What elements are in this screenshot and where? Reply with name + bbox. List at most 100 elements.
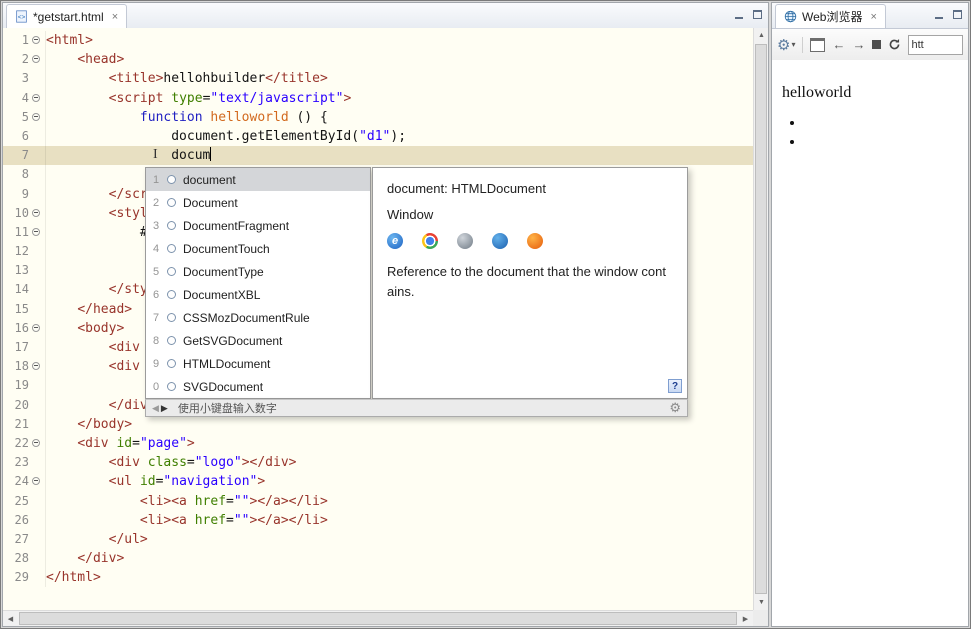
scroll-right-icon[interactable]: ▶ [738,611,753,626]
code-line[interactable]: 2 <head> [3,50,753,69]
minimize-button[interactable] [934,9,945,20]
fold-gutter [29,242,46,261]
code-line[interactable]: 23 <div class="logo"></div> [3,453,753,472]
token-tag: <li><a [140,494,195,509]
completion-item[interactable]: 3DocumentFragment [146,214,370,237]
code-line[interactable]: 25 <li><a href=""></a></li> [3,492,753,511]
vertical-scrollbar[interactable]: ▲ ▼ [753,28,768,610]
token-plain [46,282,109,297]
scrollbar-corner [753,610,768,626]
token-string: "page" [140,436,187,451]
scroll-left-icon[interactable]: ◀ [3,611,18,626]
fold-toggle[interactable] [29,89,46,108]
completion-item[interactable]: 7CSSMozDocumentRule [146,306,370,329]
code-text: <li><a href=""></a></li> [46,492,753,511]
completion-item[interactable]: 8GetSVGDocument [146,329,370,352]
forward-button[interactable]: → [852,37,865,52]
statusbar-hint: 使用小键盘输入数字 [178,400,277,416]
fold-toggle[interactable] [29,31,46,50]
browser-bullet-list [772,115,968,153]
line-number: 25 [3,492,29,511]
page-right-icon[interactable]: ▶ [161,403,168,414]
settings-button[interactable]: ⚙ ▾ [777,36,795,54]
refresh-button[interactable] [888,38,901,51]
doc-popup: document: HTMLDocument Window e Referenc… [372,167,688,399]
help-icon[interactable]: ? [668,379,682,393]
line-number: 26 [3,511,29,530]
fold-toggle[interactable] [29,434,46,453]
code-line[interactable]: 27 </ul> [3,530,753,549]
token-plain [46,398,109,413]
fold-gutter [29,146,46,165]
browser-tabbar: Web浏览器 × [772,3,968,29]
collapse-icon [32,55,40,63]
code-text: <title>hellohbuilder</title> [46,69,753,88]
token-tag: <li><a [140,513,195,528]
stop-button[interactable] [872,40,881,49]
token-function_name: helloworld [210,110,296,125]
code-line[interactable]: 6 document.getElementById("d1"); [3,127,753,146]
property-icon [167,175,176,184]
tab-getstart-html[interactable]: <> *getstart.html × [6,4,127,28]
page-left-icon[interactable]: ◀ [152,403,159,414]
scroll-down-icon[interactable]: ▼ [754,595,769,610]
maximize-button[interactable] [752,9,763,20]
close-icon[interactable]: × [112,11,118,23]
scroll-up-icon[interactable]: ▲ [754,28,769,43]
collapse-icon [32,113,40,121]
code-line[interactable]: 4 <script type="text/javascript"> [3,89,753,108]
horizontal-scroll-thumb[interactable] [19,612,737,625]
completion-item[interactable]: 6DocumentXBL [146,283,370,306]
completion-item[interactable]: 2Document [146,191,370,214]
code-line[interactable]: 26 <li><a href=""></a></li> [3,511,753,530]
tab-web-browser[interactable]: Web浏览器 × [775,4,886,28]
horizontal-scrollbar[interactable]: ◀ ▶ [3,610,753,626]
fold-toggle[interactable] [29,357,46,376]
code-line[interactable]: 22 <div id="page"> [3,434,753,453]
fold-toggle[interactable] [29,319,46,338]
fold-gutter [29,549,46,568]
line-number: 13 [3,261,29,280]
code-line[interactable]: 21 </body> [3,415,753,434]
completion-item[interactable]: 0SVGDocument [146,375,370,398]
close-icon[interactable]: × [870,11,876,23]
collapse-icon [32,209,40,217]
completion-item[interactable]: 5DocumentType [146,260,370,283]
line-number: 11 [3,223,29,242]
token-tag: </head> [77,302,132,317]
window-icon [810,38,825,52]
fold-toggle[interactable] [29,223,46,242]
gear-icon[interactable]: ⚙ [669,400,681,416]
token-plain [46,206,109,221]
stop-icon [872,40,881,49]
code-line[interactable]: 1<html> [3,31,753,50]
fold-toggle[interactable] [29,472,46,491]
external-browser-button[interactable] [810,38,825,52]
completion-item[interactable]: 1document [146,168,370,191]
fold-toggle[interactable] [29,108,46,127]
doc-title: document: HTMLDocument [387,181,673,196]
token-tag: </html> [46,570,101,585]
line-number: 21 [3,415,29,434]
fold-toggle[interactable] [29,50,46,69]
completion-item[interactable]: 9HTMLDocument [146,352,370,375]
code-line[interactable]: 7 docum [3,146,753,165]
code-line[interactable]: 5 function helloworld () { [3,108,753,127]
token-string: "navigation" [163,474,257,489]
completion-item[interactable]: 4DocumentTouch [146,237,370,260]
minimize-button[interactable] [734,9,745,20]
vertical-scroll-thumb[interactable] [755,44,767,594]
code-line[interactable]: 28 </div> [3,549,753,568]
line-number: 27 [3,530,29,549]
code-line[interactable]: 24 <ul id="navigation"> [3,472,753,491]
token-plain: = [226,494,234,509]
url-input[interactable] [908,35,963,55]
item-label: document [183,173,236,187]
fold-toggle[interactable] [29,204,46,223]
maximize-button[interactable] [952,9,963,20]
code-line[interactable]: 29</html> [3,568,753,587]
code-line[interactable]: 3 <title>hellohbuilder</title> [3,69,753,88]
back-button[interactable]: ← [832,37,845,52]
item-label: GetSVGDocument [183,334,282,348]
token-attr: class [148,455,187,470]
